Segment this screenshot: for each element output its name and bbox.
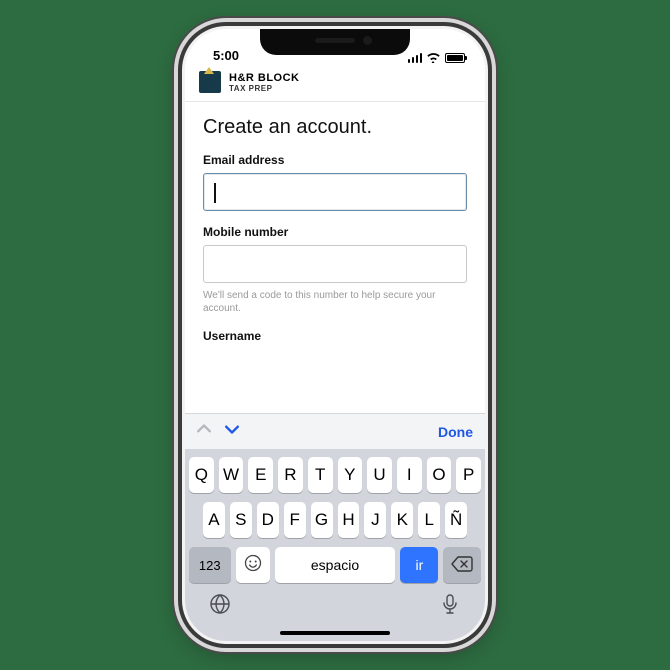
keyboard-row-2: A S D F G H J K L Ñ <box>189 502 481 538</box>
mobile-label: Mobile number <box>203 225 467 239</box>
key-l[interactable]: L <box>418 502 440 538</box>
mobile-field[interactable] <box>203 245 467 283</box>
key-r[interactable]: R <box>278 457 303 493</box>
key-q[interactable]: Q <box>189 457 214 493</box>
key-f[interactable]: F <box>284 502 306 538</box>
key-w[interactable]: W <box>219 457 244 493</box>
app-title-block: H&R BLOCK TAX PREP <box>229 72 300 93</box>
key-d[interactable]: D <box>257 502 279 538</box>
key-g[interactable]: G <box>311 502 333 538</box>
key-p[interactable]: P <box>456 457 481 493</box>
keyboard-row-1: Q W E R T Y U I O P <box>189 457 481 493</box>
email-field[interactable] <box>203 173 467 211</box>
prev-field-button[interactable] <box>197 422 211 441</box>
form-content: Create an account. Email address Mobile … <box>185 102 485 413</box>
username-field-block: Username <box>203 329 467 343</box>
keyboard-accessory-bar: Done <box>185 413 485 449</box>
phone-frame: 5:00 H&R BLOCK TAX PREP Create an accoun… <box>182 26 488 644</box>
app-logo-icon <box>199 71 221 93</box>
cellular-signal-icon <box>408 53 423 63</box>
key-u[interactable]: U <box>367 457 392 493</box>
key-a[interactable]: A <box>203 502 225 538</box>
key-t[interactable]: T <box>308 457 333 493</box>
page-title: Create an account. <box>203 116 467 139</box>
key-i[interactable]: I <box>397 457 422 493</box>
notch <box>260 29 410 55</box>
key-h[interactable]: H <box>338 502 360 538</box>
next-field-button[interactable] <box>225 422 239 441</box>
key-space[interactable]: espacio <box>275 547 396 583</box>
globe-button[interactable] <box>209 593 231 620</box>
key-numbers[interactable]: 123 <box>189 547 231 583</box>
key-backspace[interactable] <box>443 547 481 583</box>
key-enye[interactable]: Ñ <box>445 502 467 538</box>
emoji-icon <box>244 554 262 577</box>
wifi-icon <box>426 52 441 63</box>
app-header: H&R BLOCK TAX PREP <box>185 65 485 102</box>
app-subtitle: TAX PREP <box>229 84 300 93</box>
key-go[interactable]: ir <box>400 547 438 583</box>
key-s[interactable]: S <box>230 502 252 538</box>
status-time: 5:00 <box>213 48 239 63</box>
mobile-field-block: Mobile number We'll send a code to this … <box>203 225 467 315</box>
key-y[interactable]: Y <box>338 457 363 493</box>
key-o[interactable]: O <box>427 457 452 493</box>
key-emoji[interactable] <box>236 547 270 583</box>
keyboard-row-3: 123 espacio ir <box>189 547 481 583</box>
key-k[interactable]: K <box>391 502 413 538</box>
chevron-up-icon <box>197 422 211 436</box>
keyboard-done-button[interactable]: Done <box>438 424 473 440</box>
field-nav-arrows <box>197 422 239 441</box>
mobile-hint: We'll send a code to this number to help… <box>203 289 467 315</box>
key-j[interactable]: J <box>364 502 386 538</box>
text-cursor-icon <box>214 183 216 203</box>
battery-icon <box>445 53 465 63</box>
screen: 5:00 H&R BLOCK TAX PREP Create an accoun… <box>185 29 485 641</box>
key-e[interactable]: E <box>248 457 273 493</box>
home-indicator[interactable] <box>280 631 390 635</box>
microphone-icon <box>439 593 461 615</box>
status-indicators <box>408 52 466 63</box>
email-label: Email address <box>203 153 467 167</box>
software-keyboard: Q W E R T Y U I O P A S D F G H J K L <box>185 449 485 587</box>
email-field-block: Email address <box>203 153 467 211</box>
chevron-down-icon <box>225 422 239 436</box>
backspace-icon <box>451 556 473 575</box>
globe-icon <box>209 593 231 615</box>
username-label: Username <box>203 329 467 343</box>
keyboard-bottom-bar <box>185 587 485 641</box>
app-title: H&R BLOCK <box>229 72 300 84</box>
dictation-button[interactable] <box>439 593 461 620</box>
